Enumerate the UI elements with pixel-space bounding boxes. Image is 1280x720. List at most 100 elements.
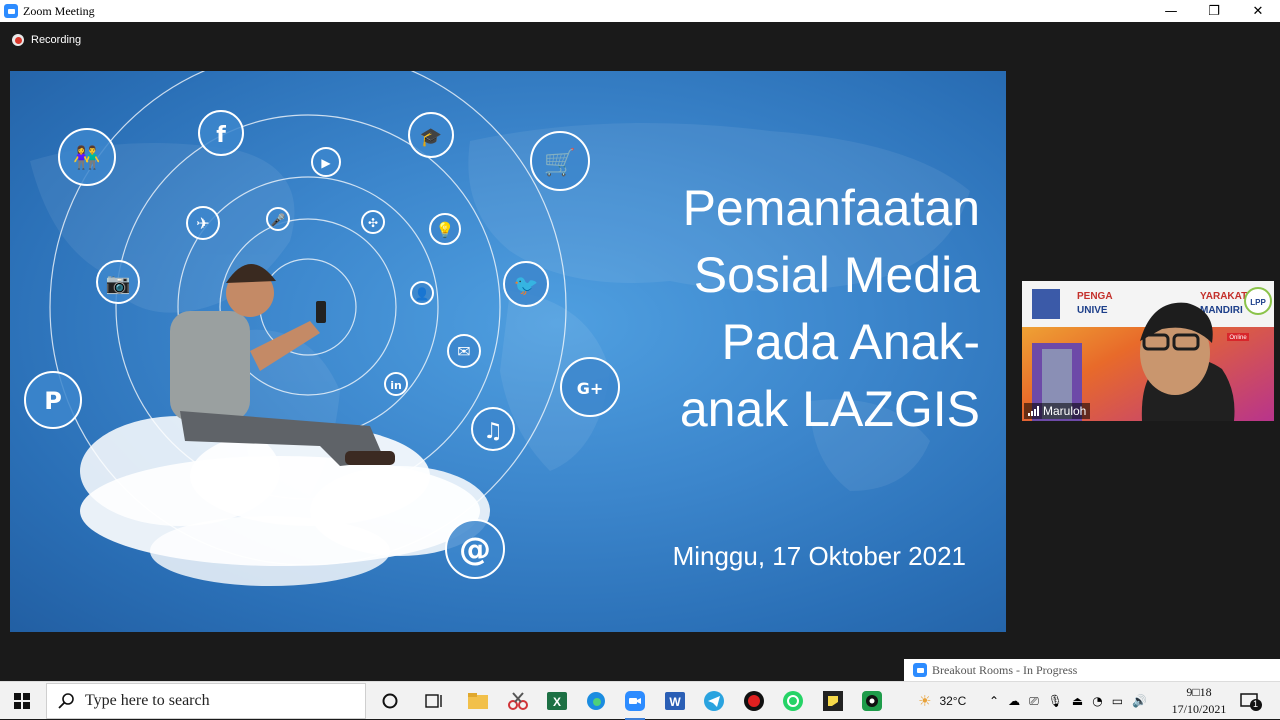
- breakout-rooms-label: Breakout Rooms - In Progress: [932, 662, 1078, 677]
- music-note-icon: ♫: [483, 419, 503, 444]
- whatsapp-taskbar-button[interactable]: [781, 689, 805, 713]
- lightbulb-icon: 💡: [436, 221, 455, 239]
- search-icon: [58, 693, 74, 709]
- shopping-cart-icon: 🛒: [544, 147, 576, 178]
- excel-taskbar-button[interactable]: X: [545, 689, 569, 713]
- scissors-icon: [508, 692, 528, 710]
- participant-video-tile[interactable]: PENGA YARAKAT UNIVE MANDIRI LPP Online M…: [1022, 281, 1274, 421]
- network-icon: ✣: [368, 216, 378, 230]
- cortana-button[interactable]: [378, 689, 402, 713]
- system-tray: ⌃ ☁ ⎚ 🎙 ⏏ ◔ ▭ 🔊: [989, 682, 1147, 720]
- participant-banner-text: UNIVE: [1077, 305, 1108, 316]
- app-taskbar-button[interactable]: [860, 689, 884, 713]
- svg-text:X: X: [553, 695, 561, 709]
- window-titlebar: Zoom Meeting — ❐ ✕: [0, 0, 1280, 22]
- volume-icon[interactable]: 🔊: [1132, 694, 1147, 708]
- telegram-taskbar-button[interactable]: [702, 689, 726, 713]
- whatsapp-icon: [783, 691, 803, 711]
- participant-banner-text: Online: [1229, 335, 1247, 341]
- recording-icon: [12, 34, 24, 46]
- clock-time: 9□18: [1186, 685, 1212, 699]
- restore-button[interactable]: ❐: [1192, 0, 1236, 22]
- notification-center-button[interactable]: 1: [1240, 682, 1262, 720]
- taskbar-search-box[interactable]: Type here to search: [46, 683, 366, 719]
- recorder-taskbar-button[interactable]: [742, 689, 766, 713]
- recording-indicator[interactable]: Recording: [12, 34, 81, 46]
- weather-widget[interactable]: ☀ 32°C: [918, 682, 966, 720]
- meet-now-icon[interactable]: ⎚: [1029, 694, 1039, 709]
- sticky-notes-taskbar-button[interactable]: [821, 689, 845, 713]
- signal-bars-icon: [1028, 406, 1039, 416]
- wifi-icon[interactable]: ◔: [1092, 694, 1102, 708]
- slide-title-line: Pada Anak-: [721, 314, 980, 370]
- taskbar-clock[interactable]: 9□18 17/10/2021: [1163, 684, 1235, 718]
- media-app-icon: [862, 691, 882, 711]
- microphone-icon[interactable]: 🎙: [1048, 694, 1063, 708]
- participant-banner-text: YARAKAT: [1200, 291, 1247, 302]
- meeting-area: Recording 👫 f 🎓 🛒 ▶ ✈ 🎤 ✣ 💡 📷 🐦 👤 ✉ in P…: [0, 22, 1280, 660]
- telegram-icon: [704, 691, 724, 711]
- slide-title-line: Pemanfaatan: [682, 180, 980, 236]
- notification-icon: [1240, 693, 1262, 711]
- zoom-app-icon: [4, 4, 18, 18]
- shared-screen-slide: 👫 f 🎓 🛒 ▶ ✈ 🎤 ✣ 💡 📷 🐦 👤 ✉ in P G+ ♫ @ Pe…: [10, 71, 1006, 632]
- participant-banner-text: MANDIRI: [1200, 305, 1243, 316]
- edge-taskbar-button[interactable]: [584, 689, 608, 713]
- excel-icon: X: [547, 692, 567, 710]
- battery-icon[interactable]: ▭: [1112, 694, 1123, 708]
- zoom-icon: [625, 691, 645, 711]
- folder-icon: [468, 693, 488, 709]
- participant-banner-text: PENGA: [1077, 291, 1113, 302]
- user-icon: 👤: [415, 287, 430, 301]
- window-title: Zoom Meeting: [23, 3, 95, 18]
- participant-name: Maruloh: [1043, 404, 1087, 418]
- people-icon: 👫: [73, 145, 100, 171]
- participant-name-label: Maruloh: [1024, 403, 1091, 419]
- recording-label: Recording: [31, 34, 82, 46]
- zoom-app-icon: [913, 663, 927, 677]
- close-button[interactable]: ✕: [1236, 0, 1280, 22]
- record-icon: [744, 691, 764, 711]
- sticky-notes-icon: [823, 691, 843, 711]
- edge-icon: [587, 692, 605, 710]
- onedrive-icon[interactable]: ☁: [1008, 694, 1020, 708]
- windows-logo-icon: [14, 693, 30, 709]
- windows-taskbar: Type here to search X W ☀ 32°C ⌃ ☁ ⎚ 🎙 ⏏…: [0, 681, 1280, 720]
- slide-date: Minggu, 17 Oktober 2021: [672, 541, 966, 571]
- task-view-icon: [425, 694, 442, 708]
- slide-title-line: anak LAZGIS: [679, 381, 980, 437]
- cortana-icon: [382, 693, 398, 709]
- play-icon: ▶: [321, 156, 331, 170]
- microphone-icon: 🎤: [271, 212, 286, 227]
- participant-video: PENGA YARAKAT UNIVE MANDIRI LPP Online: [1022, 281, 1274, 421]
- slide-title: Pemanfaatan Sosial Media Pada Anak- anak…: [600, 175, 980, 443]
- clock-date: 17/10/2021: [1171, 702, 1227, 716]
- task-view-button[interactable]: [422, 689, 446, 713]
- camera-icon: 📷: [106, 271, 131, 295]
- minimize-button[interactable]: —: [1149, 0, 1193, 22]
- usb-icon[interactable]: ⏏: [1072, 694, 1083, 708]
- at-sign-icon: @: [459, 530, 491, 568]
- file-explorer-taskbar-button[interactable]: [466, 689, 490, 713]
- pinterest-icon: P: [44, 387, 62, 415]
- facebook-icon: f: [216, 123, 226, 148]
- breakout-rooms-banner[interactable]: Breakout Rooms - In Progress: [904, 659, 1280, 681]
- weather-temperature: 32°C: [939, 694, 967, 708]
- search-placeholder: Type here to search: [85, 692, 210, 709]
- airplane-icon: ✈: [196, 214, 209, 233]
- svg-text:W: W: [669, 695, 681, 709]
- weather-sun-icon: ☀: [918, 692, 932, 710]
- zoom-taskbar-button[interactable]: [623, 689, 647, 720]
- participant-banner-text: LPP: [1250, 298, 1266, 307]
- linkedin-icon: in: [390, 379, 402, 392]
- word-icon: W: [665, 692, 685, 710]
- start-button[interactable]: [0, 682, 44, 720]
- snipping-tool-taskbar-button[interactable]: [506, 689, 530, 713]
- graduation-cap-icon: 🎓: [420, 127, 442, 148]
- notification-count: 1: [1253, 699, 1259, 709]
- twitter-icon: 🐦: [514, 273, 539, 297]
- word-taskbar-button[interactable]: W: [663, 689, 687, 713]
- slide-title-line: Sosial Media: [693, 247, 980, 303]
- show-hidden-icons-icon[interactable]: ⌃: [989, 694, 999, 708]
- email-icon: ✉: [457, 342, 470, 361]
